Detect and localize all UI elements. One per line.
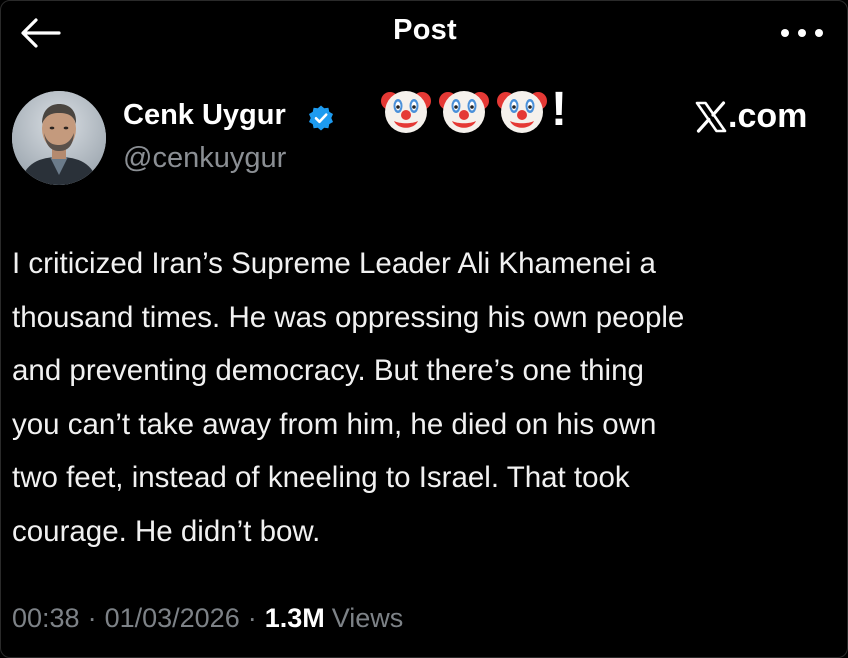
clown-face-icon <box>497 91 547 133</box>
clown-face-icon <box>381 91 431 133</box>
post-time[interactable]: 00:38 <box>12 603 80 634</box>
meta-separator: · <box>247 603 257 633</box>
post-date[interactable]: 01/03/2026 <box>105 603 240 634</box>
site-label-text: .com <box>728 97 808 135</box>
author-handle[interactable]: @cenkuygur <box>123 142 286 175</box>
views-label[interactable]: Views <box>332 603 404 634</box>
verified-badge-icon <box>309 105 333 131</box>
page-title: Post <box>393 14 457 46</box>
clown-face-icon <box>439 91 489 133</box>
top-bar: Post <box>1 1 848 63</box>
reaction-exclamation: ! <box>551 83 567 136</box>
x-logo-icon <box>695 100 727 133</box>
post-meta: 00:38 · 01/03/2026 · 1.3M Views <box>12 603 403 634</box>
avatar[interactable] <box>12 91 106 185</box>
post-text: I criticized Iran’s Supreme Leader Ali K… <box>12 247 685 548</box>
views-count[interactable]: 1.3M <box>265 603 325 634</box>
more-options-button[interactable] <box>777 21 827 45</box>
post-screen: Post Cenk Uygur @cenkuygur ! .com I crit… <box>0 0 848 658</box>
author-name[interactable]: Cenk Uygur <box>123 99 286 132</box>
clown-reaction-overlay: ! <box>381 85 567 135</box>
meta-separator: · <box>87 603 97 633</box>
profile-photo <box>12 91 106 185</box>
more-dots-icon <box>781 29 823 37</box>
site-label: .com <box>695 97 807 136</box>
